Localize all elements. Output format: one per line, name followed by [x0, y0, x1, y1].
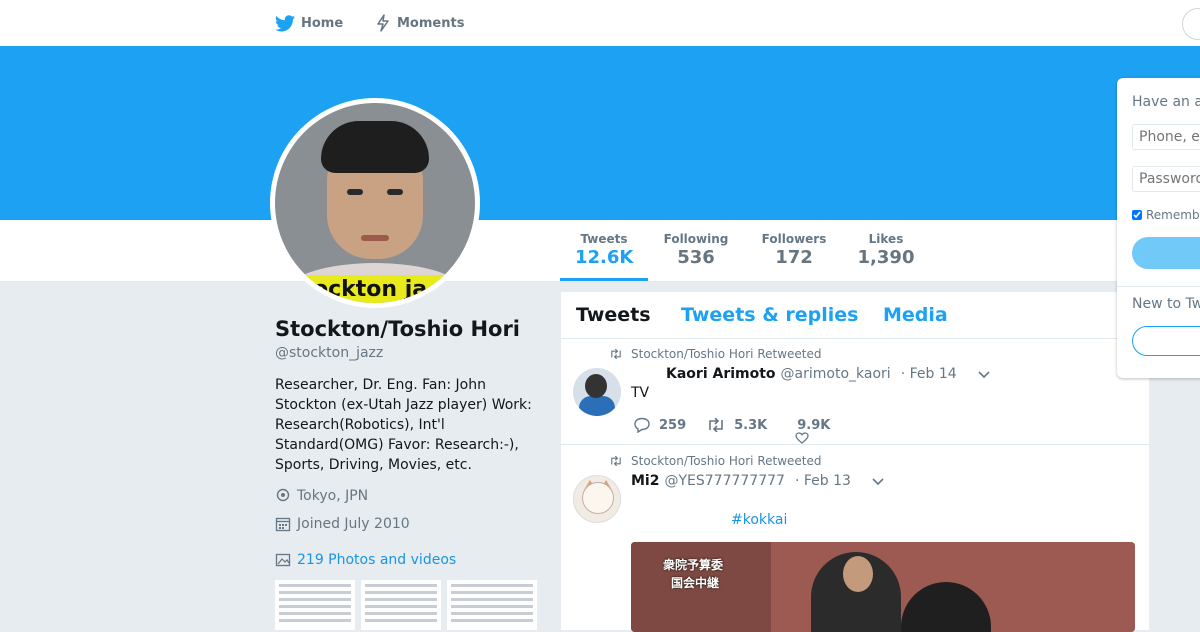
username-input[interactable] — [1132, 124, 1200, 150]
profile-name[interactable]: Stockton/Toshio Hori — [275, 317, 520, 341]
chevron-down-icon[interactable] — [871, 476, 885, 486]
account-avatar-button[interactable] — [1182, 8, 1200, 40]
chevron-down-icon[interactable] — [977, 369, 991, 379]
tweet-item[interactable]: Stockton/Toshio Hori Retweeted Kaori Ari… — [561, 339, 1149, 445]
active-stat-indicator — [560, 278, 648, 281]
retweet-icon — [611, 456, 621, 466]
heart-icon — [795, 431, 809, 444]
profile-joined: Joined July 2010 — [275, 516, 410, 532]
stat-likes[interactable]: Likes 1,390 — [856, 232, 916, 268]
signup-prompt: New to Twitter? — [1132, 296, 1200, 312]
photo-thumbnail[interactable] — [275, 580, 355, 630]
media-caption: 衆院予算委 — [663, 558, 724, 572]
divider — [1117, 286, 1200, 287]
avatar-photo: ockton ja — [275, 103, 475, 303]
login-title: Have an account? — [1132, 94, 1200, 110]
tweet-author-avatar[interactable] — [573, 475, 621, 523]
nav-home-label: Home — [301, 15, 344, 31]
tab-tweets-replies[interactable]: Tweets & replies — [681, 304, 858, 326]
profile-avatar[interactable]: ockton ja — [270, 98, 480, 308]
nav-home[interactable]: Home — [275, 0, 343, 46]
top-nav: Home Moments — [0, 0, 1200, 47]
reply-button[interactable]: 259 — [633, 417, 686, 433]
tweet-header: Kaori Arimoto @arimoto_kaori · Feb 14 — [666, 366, 991, 382]
tweet-author-handle[interactable]: @YES777777777 — [664, 473, 784, 489]
login-button[interactable] — [1132, 237, 1200, 269]
stat-tweets[interactable]: Tweets 12.6K — [575, 232, 633, 268]
photo-thumbnail[interactable] — [361, 580, 441, 630]
profile-bio: Researcher, Dr. Eng. Fan: John Stockton … — [275, 377, 532, 473]
tweet-author-avatar[interactable] — [573, 368, 621, 416]
tweet-text: TV — [631, 385, 650, 401]
timeline: Tweets Tweets & replies Media Stockton/T… — [561, 292, 1149, 632]
timeline-tabs: Tweets Tweets & replies Media — [561, 292, 1149, 339]
tweet-item[interactable]: Stockton/Toshio Hori Retweeted Mi2 @YES7… — [561, 445, 1149, 632]
nav-moments[interactable]: Moments — [375, 0, 464, 46]
image-icon — [275, 553, 291, 567]
media-caption: 国会中継 — [671, 576, 720, 590]
retweet-button[interactable]: 5.3K — [706, 418, 767, 433]
tweet-date[interactable]: · Feb 14 — [901, 366, 957, 382]
photo-thumbnails — [275, 580, 537, 630]
tab-media[interactable]: Media — [883, 304, 948, 326]
tweet-actions: 259 5.3K 9.9K — [633, 417, 850, 444]
hashtag-link[interactable]: #kokkai — [731, 512, 787, 528]
login-panel: Have an account? Remember me New to Twit… — [1117, 78, 1200, 378]
retweet-icon — [611, 349, 621, 359]
retweet-icon — [709, 418, 723, 432]
tweet-author-name[interactable]: Mi2 — [631, 473, 659, 489]
tweet-author-handle[interactable]: @arimoto_kaori — [781, 366, 891, 382]
tweet-media[interactable]: 衆院予算委 国会中継 — [631, 542, 1135, 632]
profile-stats-bar: Tweets 12.6K Following 536 Followers 172… — [0, 220, 1200, 282]
signup-button[interactable] — [1132, 326, 1200, 356]
tweet-date[interactable]: · Feb 13 — [795, 473, 851, 489]
nav-moments-label: Moments — [397, 15, 465, 31]
password-input[interactable] — [1132, 166, 1200, 192]
remember-me[interactable]: Remember me — [1132, 208, 1200, 222]
retweet-context: Stockton/Toshio Hori Retweeted — [609, 454, 822, 468]
stat-following[interactable]: Following 536 — [660, 232, 732, 268]
profile-handle[interactable]: @stockton_jazz — [275, 345, 383, 361]
tab-tweets[interactable]: Tweets — [576, 304, 651, 326]
photo-thumbnail[interactable] — [447, 580, 537, 630]
avatar-caption: ockton ja — [305, 275, 463, 303]
twitter-bird-icon — [275, 14, 295, 31]
location-pin-icon — [276, 488, 290, 502]
profile-location: Tokyo, JPN — [275, 488, 368, 504]
reply-icon — [634, 417, 650, 433]
remember-checkbox[interactable] — [1132, 210, 1142, 220]
profile-banner — [0, 46, 1200, 220]
tweet-author-name[interactable]: Kaori Arimoto — [666, 366, 776, 382]
calendar-icon — [275, 517, 291, 532]
retweet-context: Stockton/Toshio Hori Retweeted — [609, 347, 822, 361]
tweet-header: Mi2 @YES777777777 · Feb 13 — [631, 473, 885, 489]
like-button[interactable]: 9.9K — [795, 418, 830, 444]
stat-followers[interactable]: Followers 172 — [758, 232, 830, 268]
photos-videos-link[interactable]: 219 Photos and videos — [275, 552, 456, 568]
lightning-icon — [377, 14, 389, 32]
